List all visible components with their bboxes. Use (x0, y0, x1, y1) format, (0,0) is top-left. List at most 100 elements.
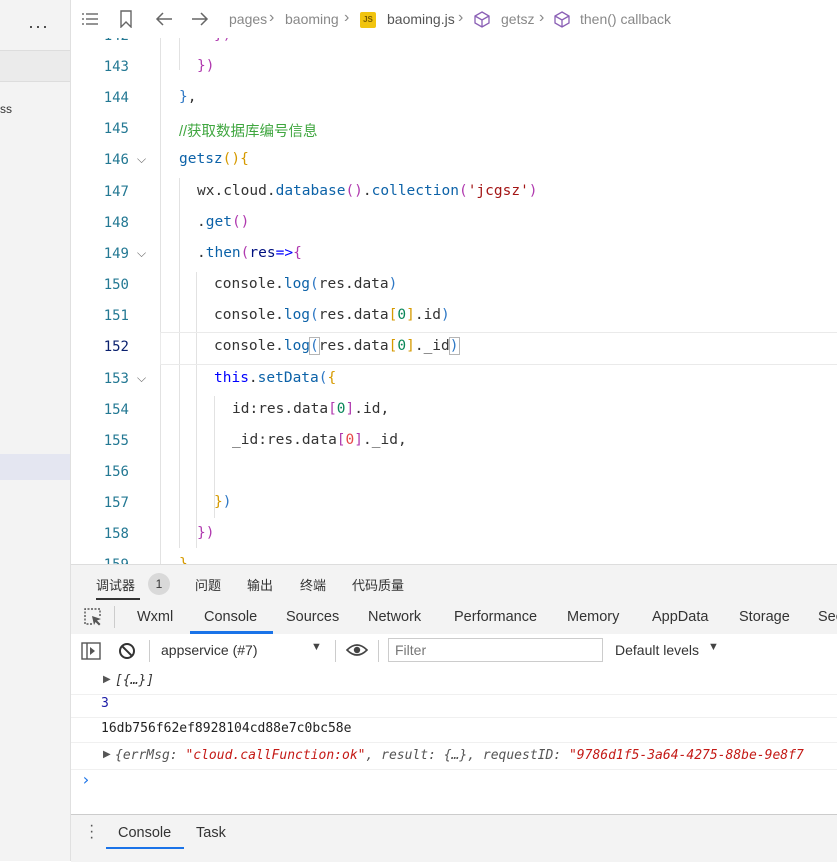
line-number: 159 (71, 557, 129, 564)
breadcrumb-item-callback[interactable]: then() callback (580, 11, 671, 27)
code-comment: //获取数据库编号信息 (179, 124, 318, 140)
back-arrow-icon[interactable] (155, 11, 173, 30)
tab-console[interactable]: Console (204, 609, 257, 625)
console-prompt-icon[interactable]: › (81, 770, 91, 789)
eye-icon[interactable] (345, 643, 369, 660)
line-number: 147 (103, 184, 129, 200)
drawer-tab-console[interactable]: Console (118, 825, 171, 841)
tab-security[interactable]: Sec (818, 609, 837, 625)
line-number: 154 (103, 402, 129, 418)
code-line: 156 (71, 458, 837, 489)
breadcrumb-item-folder[interactable]: baoming (285, 11, 339, 27)
divider (149, 640, 150, 662)
breadcrumb: pages › baoming › JS baoming.js › getsz … (71, 0, 837, 39)
line-number: 145 (103, 121, 129, 137)
list-icon[interactable] (81, 11, 99, 30)
fold-chevron-icon[interactable]: ⌵ (137, 371, 146, 386)
line-number: 143 (103, 59, 129, 75)
caret-down-icon[interactable]: ▼ (311, 641, 322, 653)
panel-tabs: 调试器 1 问题 输出 终端 代码质量 (71, 564, 837, 601)
message-object[interactable]: {errMsg: "cloud.callFunction:ok", result… (115, 748, 804, 763)
line-number: 156 (103, 464, 129, 480)
expand-triangle-icon[interactable]: ▶ (103, 749, 111, 760)
message-text[interactable]: [{…}] (115, 673, 154, 688)
tab-wxml[interactable]: Wxml (137, 609, 173, 625)
forward-arrow-icon[interactable] (191, 11, 209, 30)
line-number: 152 (103, 339, 129, 355)
code-text: console.log(res.data[0]._id) (214, 337, 460, 355)
code-line: 158 }) (71, 520, 837, 551)
message-text: 16db756f62ef8928104cd88e7c0bc58e (101, 721, 352, 736)
bookmark-icon[interactable] (119, 10, 133, 31)
errmsg-value: "cloud.callFunction:ok" (185, 748, 366, 763)
tab-output[interactable]: 输出 (247, 575, 273, 594)
divider (378, 640, 379, 662)
code-line: 152 console.log(res.data[0]._id) (71, 333, 837, 364)
tab-storage[interactable]: Storage (739, 609, 790, 625)
inspect-element-icon[interactable] (83, 607, 103, 630)
expand-triangle-icon[interactable]: ▶ (103, 674, 111, 685)
drawer-tab-task[interactable]: Task (196, 825, 226, 841)
count-badge: 1 (148, 573, 170, 595)
code-text: .then(res=>{ (197, 245, 302, 261)
tab-network[interactable]: Network (368, 609, 421, 625)
fold-chevron-icon[interactable]: ⌵ (137, 246, 146, 261)
more-vertical-icon[interactable]: · · · (89, 818, 94, 846)
code-line: 151 console.log(res.data[0].id) (71, 302, 837, 333)
line-number: 148 (103, 215, 129, 231)
code-text: }) (197, 525, 215, 541)
breadcrumb-item-method[interactable]: getsz (501, 11, 534, 27)
caret-down-icon[interactable]: ▼ (708, 641, 719, 653)
object-open: {errMsg: (115, 748, 186, 763)
clear-console-icon[interactable] (118, 642, 136, 663)
sidebar-toggle-icon[interactable] (81, 642, 101, 663)
code-text: id:res.data[0].id, (232, 401, 390, 417)
code-line: 143 }) (71, 53, 837, 84)
code-line: 150 console.log(res.data) (71, 271, 837, 302)
fold-chevron-icon[interactable]: ⌵ (137, 152, 146, 167)
breadcrumb-item-pages[interactable]: pages (229, 11, 267, 27)
log-levels-select[interactable]: Default levels (615, 642, 699, 658)
tab-terminal[interactable]: 终端 (300, 575, 326, 594)
code-editor[interactable]: 142 }) 143 }) 144 }, 145 //获取数据库编号信息 146… (71, 38, 837, 564)
cube-icon (554, 11, 570, 31)
tab-sources[interactable]: Sources (286, 609, 339, 625)
sidebar-strip (0, 50, 70, 82)
code-line: 159 } (71, 551, 837, 564)
code-line: 142 }) (71, 38, 837, 53)
js-file-icon: JS (360, 12, 376, 28)
tab-issues[interactable]: 问题 (195, 575, 221, 594)
cube-icon (474, 11, 490, 31)
code-line: 157 }) (71, 489, 837, 520)
line-number: 149 (103, 246, 129, 262)
context-select[interactable]: appservice (#7) (161, 642, 258, 658)
object-middle: , result: {…}, requestID: (365, 748, 569, 763)
code-line: 148 .get() (71, 209, 837, 240)
line-number: 151 (103, 308, 129, 324)
code-line: 147 wx.cloud.database().collection('jcgs… (71, 178, 837, 209)
line-number: 157 (103, 495, 129, 511)
more-options-button[interactable]: ··· (28, 16, 49, 37)
line-number: 153 (103, 371, 129, 387)
tab-memory[interactable]: Memory (567, 609, 619, 625)
breadcrumb-item-file[interactable]: baoming.js (387, 11, 455, 27)
filter-input[interactable] (388, 638, 603, 662)
chevron-right-icon: › (458, 9, 464, 26)
code-text: console.log(res.data) (214, 276, 398, 292)
code-text: this.setData({ (214, 370, 337, 386)
tab-performance[interactable]: Performance (454, 609, 537, 625)
tab-debugger[interactable]: 调试器 (96, 575, 135, 594)
line-number: 155 (103, 433, 129, 449)
chevron-right-icon: › (344, 9, 350, 26)
tab-code-quality[interactable]: 代码质量 (352, 575, 404, 594)
console-message: 3 (71, 691, 837, 718)
line-number: 142 (71, 38, 129, 44)
code-line: 155 _id:res.data[0]._id, (71, 427, 837, 458)
code-text: wx.cloud.database().collection('jcgsz') (197, 183, 538, 199)
sidebar-selected-item[interactable] (0, 454, 70, 480)
code-line: 146 ⌵ getsz(){ (71, 146, 837, 177)
request-id-value: "9786d1f5-3a64-4275-88be-9e8f7 (568, 748, 804, 763)
console-message: 16db756f62ef8928104cd88e7c0bc58e (71, 716, 837, 743)
active-tab-indicator (106, 847, 184, 849)
tab-appdata[interactable]: AppData (652, 609, 708, 625)
